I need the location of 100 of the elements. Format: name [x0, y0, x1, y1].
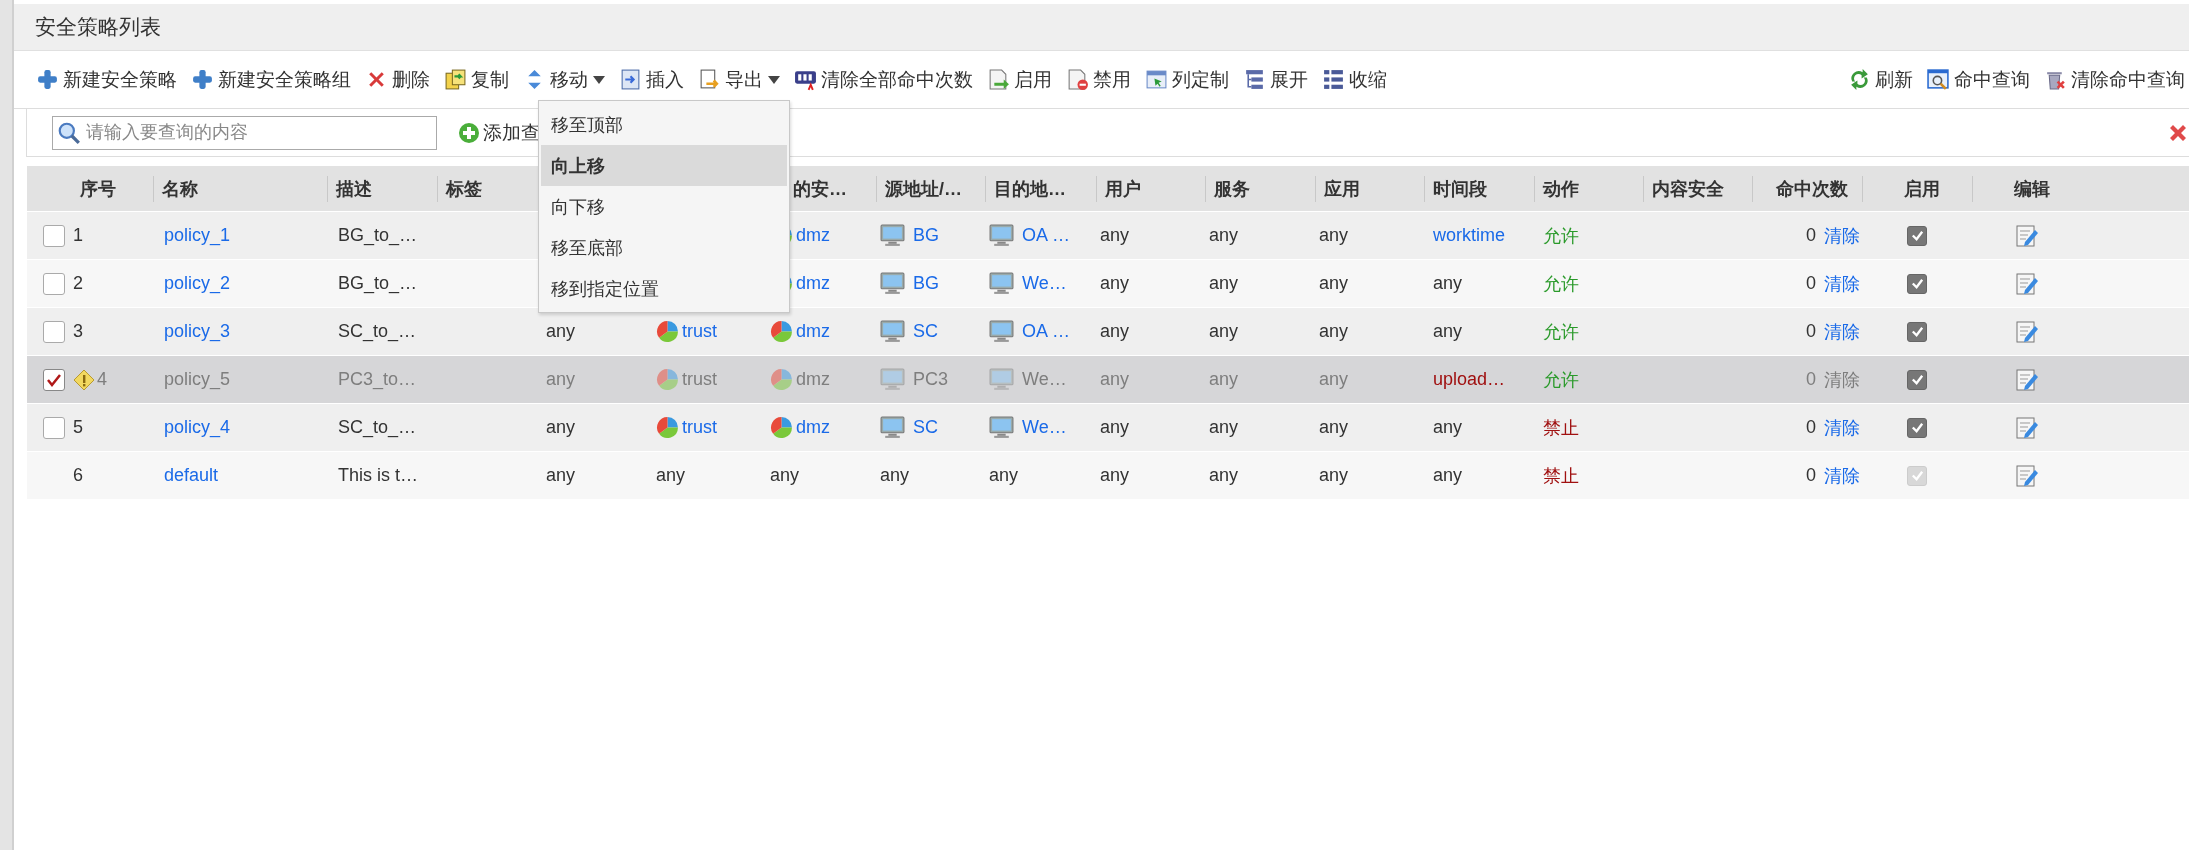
- menu-item[interactable]: 向上移: [541, 145, 787, 186]
- edit-icon[interactable]: [2015, 271, 2039, 296]
- document-minus-icon: [1066, 68, 1089, 91]
- policy-name-link[interactable]: policy_1: [164, 225, 231, 246]
- monitor-icon: [989, 224, 1014, 247]
- toolbar-button[interactable]: 启用: [983, 65, 1056, 94]
- clear-link[interactable]: 清除: [1824, 415, 1860, 440]
- cell-text: any: [546, 369, 576, 390]
- clear-link[interactable]: 清除: [1824, 463, 1860, 488]
- column-header: 服务: [1214, 177, 1250, 201]
- zone-link[interactable]: dmz: [796, 273, 830, 294]
- menu-item[interactable]: 移到指定位置: [541, 268, 787, 309]
- document-arrow-icon: [987, 68, 1010, 91]
- toolbar-button[interactable]: 列定制: [1141, 65, 1233, 94]
- column-header: 时间段: [1433, 177, 1487, 201]
- checkmark-icon: [1909, 228, 1925, 243]
- clear-link[interactable]: 清除: [1824, 271, 1860, 296]
- service-text: any: [1209, 417, 1239, 438]
- address-link[interactable]: We…: [1022, 273, 1067, 294]
- toolbar-button[interactable]: 清除命中查询: [2040, 65, 2189, 94]
- pie-chart-icon: [656, 416, 679, 439]
- toolbar-button[interactable]: 展开: [1239, 65, 1312, 94]
- toolbar-button[interactable]: 插入: [615, 65, 688, 94]
- monitor-icon: [989, 272, 1014, 295]
- policy-name-link[interactable]: policy_4: [164, 417, 231, 438]
- time-range-text: any: [1433, 417, 1463, 438]
- monitor-icon: [880, 272, 905, 295]
- address-link[interactable]: BG: [913, 225, 939, 246]
- toolbar-button[interactable]: 新建安全策略: [32, 65, 181, 94]
- enable-checkbox[interactable]: [1907, 417, 1927, 438]
- row-checkbox[interactable]: [42, 416, 65, 439]
- hit-count: 0: [1806, 369, 1816, 390]
- address-link[interactable]: OA …: [1022, 321, 1070, 342]
- search-field[interactable]: 请输入要查询的内容: [52, 115, 437, 150]
- action-text: 允许: [1543, 320, 1579, 344]
- address-link[interactable]: BG: [913, 273, 939, 294]
- panel-title: 安全策略列表: [35, 14, 161, 40]
- address-link[interactable]: SC: [913, 417, 938, 438]
- policy-name-link[interactable]: default: [164, 465, 219, 486]
- enable-checkbox[interactable]: [1907, 225, 1927, 246]
- cell-text: any: [546, 321, 576, 342]
- plus-icon: [191, 68, 214, 91]
- checkmark-icon: [1909, 276, 1925, 291]
- toolbar-button[interactable]: 删除: [361, 65, 434, 94]
- policy-name-link[interactable]: policy_2: [164, 273, 231, 294]
- menu-item[interactable]: 移至顶部: [541, 104, 787, 145]
- toolbar-button[interactable]: 导出: [694, 65, 784, 94]
- policy-name-link[interactable]: policy_3: [164, 321, 231, 342]
- row-checkbox[interactable]: [42, 272, 65, 295]
- table-row[interactable]: 3 policy_3 SC_to_… any trust dmz SC OA … any any any any 允许 0 清除: [27, 307, 2189, 355]
- enable-checkbox[interactable]: [1907, 273, 1927, 294]
- enable-checkbox[interactable]: [1907, 321, 1927, 342]
- clear-link[interactable]: 清除: [1824, 319, 1860, 344]
- toolbar-button[interactable]: 清除全部命中次数: [790, 65, 977, 94]
- zone-link[interactable]: trust: [682, 321, 717, 342]
- description-text: BG_to_…: [338, 225, 418, 246]
- monitor-icon: [989, 416, 1014, 439]
- sequence-number: 3: [73, 321, 83, 342]
- counter-icon: [794, 68, 817, 91]
- toolbar-button[interactable]: 复制: [440, 65, 513, 94]
- address-link[interactable]: SC: [913, 321, 938, 342]
- row-checkbox[interactable]: [42, 320, 65, 343]
- application-text: any: [1319, 465, 1349, 486]
- sequence-number: 4: [97, 369, 107, 390]
- toolbar-button[interactable]: 收缩: [1318, 65, 1391, 94]
- zone-link[interactable]: trust: [682, 417, 717, 438]
- table-row[interactable]: 6 default This is t… any any any any any any any any any 禁止 0 清除: [27, 451, 2189, 499]
- toolbar-button[interactable]: 新建安全策略组: [187, 65, 355, 94]
- column-header: 名称: [162, 177, 198, 201]
- monitor-icon: [989, 368, 1014, 391]
- sequence-number: 6: [73, 465, 83, 486]
- toolbar-button[interactable]: 命中查询: [1923, 65, 2034, 94]
- zone-link[interactable]: dmz: [796, 417, 830, 438]
- pie-chart-icon: [656, 368, 679, 391]
- time-range-text: worktime: [1433, 225, 1505, 246]
- row-checkbox[interactable]: [42, 224, 65, 247]
- edit-icon[interactable]: [2015, 415, 2039, 440]
- application-text: any: [1319, 369, 1349, 390]
- toolbar-button[interactable]: 刷新: [1844, 65, 1917, 94]
- address-link[interactable]: OA …: [1022, 225, 1070, 246]
- column-header: 序号: [80, 177, 116, 201]
- address-link[interactable]: We…: [1022, 417, 1067, 438]
- clear-link[interactable]: 清除: [1824, 223, 1860, 248]
- zone-link[interactable]: dmz: [796, 321, 830, 342]
- table-row[interactable]: 5 policy_4 SC_to_… any trust dmz SC We… any any any any 禁止 0 清除: [27, 403, 2189, 451]
- service-text: any: [1209, 465, 1239, 486]
- description-text: SC_to_…: [338, 417, 417, 438]
- user-text: any: [1100, 369, 1130, 390]
- service-text: any: [1209, 321, 1239, 342]
- zone-link[interactable]: dmz: [796, 225, 830, 246]
- toolbar-button[interactable]: 移动: [519, 65, 609, 94]
- edit-icon[interactable]: [2015, 463, 2039, 488]
- monitor-icon: [880, 416, 905, 439]
- toolbar-button[interactable]: 禁用: [1062, 65, 1135, 94]
- edit-icon[interactable]: [2015, 223, 2039, 248]
- user-text: any: [1100, 465, 1130, 486]
- pie-chart-icon: [656, 320, 679, 343]
- time-range-text: any: [1433, 273, 1463, 294]
- edit-icon[interactable]: [2015, 319, 2039, 344]
- application-text: any: [1319, 417, 1349, 438]
